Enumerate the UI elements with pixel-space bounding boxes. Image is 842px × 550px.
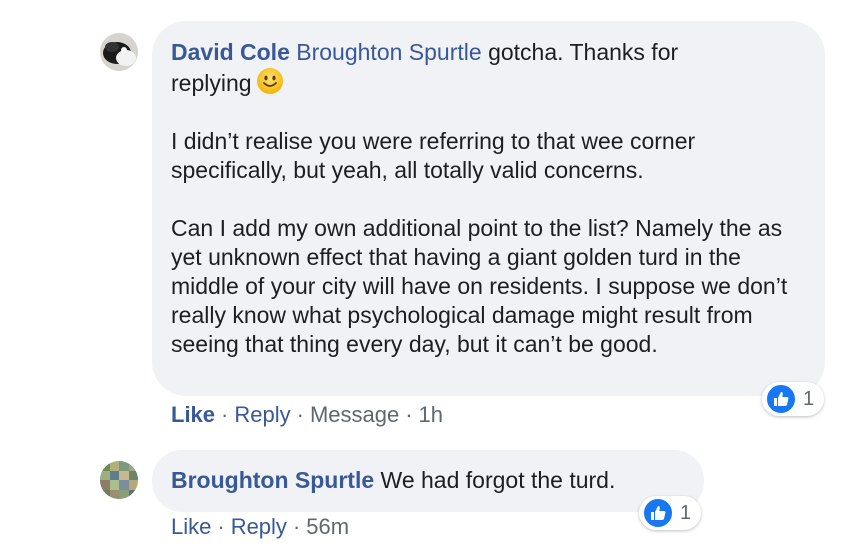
comment-text: We had forgot the turd. <box>380 467 616 493</box>
like-link[interactable]: Like <box>171 402 215 427</box>
reaction-summary[interactable]: 1 <box>639 496 702 530</box>
comment-paragraph: I didn’t realise you were referring to t… <box>171 128 696 183</box>
comment-bubble: David Cole Broughton Spurtle gotcha. Tha… <box>152 21 825 396</box>
comment-actions: Like · Reply · Message · 1h <box>171 402 443 428</box>
separator: · <box>221 402 229 427</box>
message-link[interactable]: Message <box>310 402 399 427</box>
comment-author[interactable]: David Cole <box>171 39 290 65</box>
reaction-count: 1 <box>803 387 815 410</box>
timestamp[interactable]: 1h <box>419 402 443 427</box>
avatar[interactable] <box>100 33 138 71</box>
comment-text: gotcha. Thanks for <box>488 39 679 65</box>
separator: · <box>296 402 304 427</box>
separator: · <box>292 514 301 539</box>
comment-actions: Like · Reply · 56m <box>171 514 349 540</box>
reply-link[interactable]: Reply <box>234 402 290 427</box>
thumbs-up-icon <box>765 383 797 415</box>
comment-first-paragraph: David Cole Broughton Spurtle gotcha. Tha… <box>171 38 805 98</box>
comment-bubble: Broughton Spurtle We had forgot the turd… <box>152 450 704 512</box>
thumbs-up-icon <box>642 497 674 529</box>
slightly-smiling-face-icon <box>256 68 283 94</box>
mention-link[interactable]: Broughton Spurtle <box>296 39 481 65</box>
avatar[interactable] <box>100 461 138 499</box>
comment-text-cont: replying <box>171 70 252 96</box>
comment-paragraph: Can I add my own additional point to the… <box>171 215 788 357</box>
timestamp[interactable]: 56m <box>306 514 349 539</box>
reaction-summary[interactable]: 1 <box>762 382 825 416</box>
separator: · <box>405 402 413 427</box>
comment-author[interactable]: Broughton Spurtle <box>171 467 374 493</box>
avatar-photo <box>100 33 138 71</box>
reaction-count: 1 <box>680 501 692 524</box>
reply-link[interactable]: Reply <box>231 514 287 539</box>
avatar-photo <box>100 461 138 499</box>
separator: · <box>217 514 225 539</box>
like-link[interactable]: Like <box>171 514 211 539</box>
